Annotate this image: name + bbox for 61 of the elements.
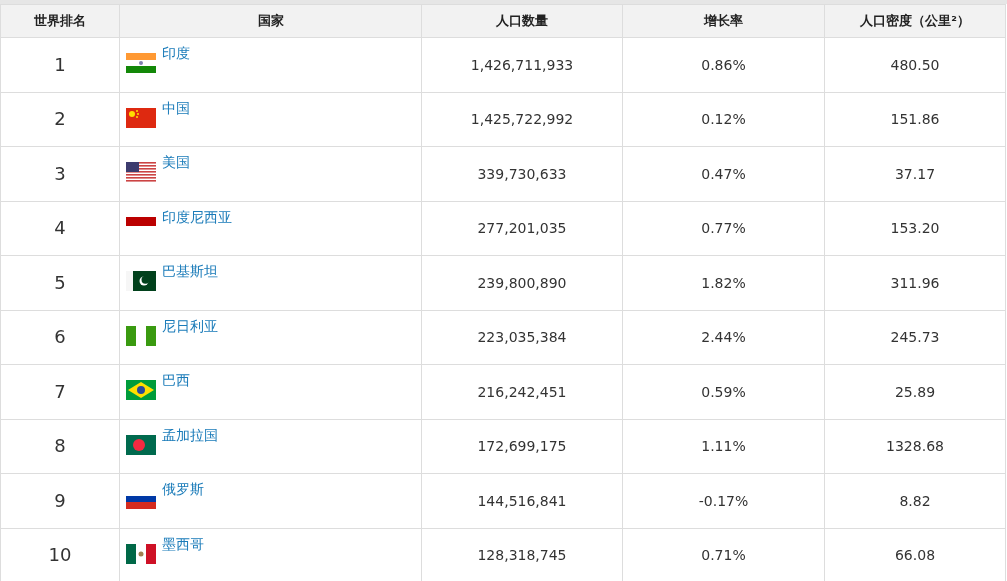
flag-icon bbox=[126, 543, 156, 564]
country-link[interactable]: 孟加拉国 bbox=[162, 426, 218, 443]
rank-cell: 9 bbox=[0, 473, 120, 528]
flag-icon bbox=[126, 380, 156, 400]
density-cell: 8.82 bbox=[824, 473, 1006, 528]
rank-cell: 8 bbox=[0, 419, 120, 474]
rank-cell: 5 bbox=[0, 255, 120, 310]
density-cell: 153.20 bbox=[824, 201, 1006, 256]
flag-icon bbox=[126, 271, 156, 291]
density-cell: 25.89 bbox=[824, 364, 1006, 419]
density-cell: 37.17 bbox=[824, 146, 1006, 201]
flag-icon bbox=[126, 162, 156, 182]
rank-cell: 2 bbox=[0, 92, 120, 147]
rank-cell: 7 bbox=[0, 364, 120, 419]
column-header: 世界排名 bbox=[0, 4, 120, 38]
growth-cell: 2.44% bbox=[622, 310, 825, 365]
growth-cell: 1.82% bbox=[622, 255, 825, 310]
density-cell: 1328.68 bbox=[824, 419, 1006, 474]
population-cell: 339,730,633 bbox=[421, 146, 623, 201]
density-cell: 245.73 bbox=[824, 310, 1006, 365]
column-header: 人口数量 bbox=[421, 4, 623, 38]
rank-cell: 10 bbox=[0, 528, 120, 581]
flag-icon bbox=[126, 53, 156, 73]
column-header: 国家 bbox=[119, 4, 422, 38]
population-cell: 239,800,890 bbox=[421, 255, 623, 310]
country-link[interactable]: 中国 bbox=[162, 99, 190, 116]
density-cell: 311.96 bbox=[824, 255, 1006, 310]
country-link[interactable]: 印度尼西亚 bbox=[162, 208, 232, 225]
population-cell: 172,699,175 bbox=[421, 419, 623, 474]
rank-cell: 6 bbox=[0, 310, 120, 365]
flag-icon bbox=[126, 434, 156, 455]
country-link[interactable]: 俄罗斯 bbox=[162, 481, 204, 497]
growth-cell: 0.12% bbox=[622, 92, 825, 147]
growth-cell: 0.86% bbox=[622, 37, 825, 92]
growth-cell: 0.59% bbox=[622, 364, 825, 419]
column-header: 增长率 bbox=[622, 4, 825, 38]
density-cell: 151.86 bbox=[824, 92, 1006, 147]
growth-cell: 0.47% bbox=[622, 146, 825, 201]
rank-cell: 3 bbox=[0, 146, 120, 201]
growth-cell: 1.11% bbox=[622, 419, 825, 474]
country-link[interactable]: 美国 bbox=[162, 154, 190, 170]
flag-icon bbox=[126, 216, 156, 226]
density-cell: 480.50 bbox=[824, 37, 1006, 92]
country-link[interactable]: 墨西哥 bbox=[162, 535, 204, 552]
rank-cell: 4 bbox=[0, 201, 120, 256]
population-cell: 223,035,384 bbox=[421, 310, 623, 365]
rank-cell: 1 bbox=[0, 37, 120, 92]
population-cell: 277,201,035 bbox=[421, 201, 623, 256]
growth-cell: -0.17% bbox=[622, 473, 825, 528]
growth-cell: 0.77% bbox=[622, 201, 825, 256]
country-link[interactable]: 尼日利亚 bbox=[162, 317, 218, 334]
population-cell: 144,516,841 bbox=[421, 473, 623, 528]
flag-icon bbox=[126, 107, 156, 128]
country-link[interactable]: 巴西 bbox=[162, 372, 190, 388]
population-cell: 216,242,451 bbox=[421, 364, 623, 419]
flag-icon bbox=[126, 325, 156, 346]
country-link[interactable]: 印度 bbox=[162, 45, 190, 61]
country-link[interactable]: 巴基斯坦 bbox=[162, 263, 218, 279]
population-cell: 1,425,722,992 bbox=[421, 92, 623, 147]
column-header: 人口密度（公里²） bbox=[824, 4, 1006, 38]
population-cell: 1,426,711,933 bbox=[421, 37, 623, 92]
